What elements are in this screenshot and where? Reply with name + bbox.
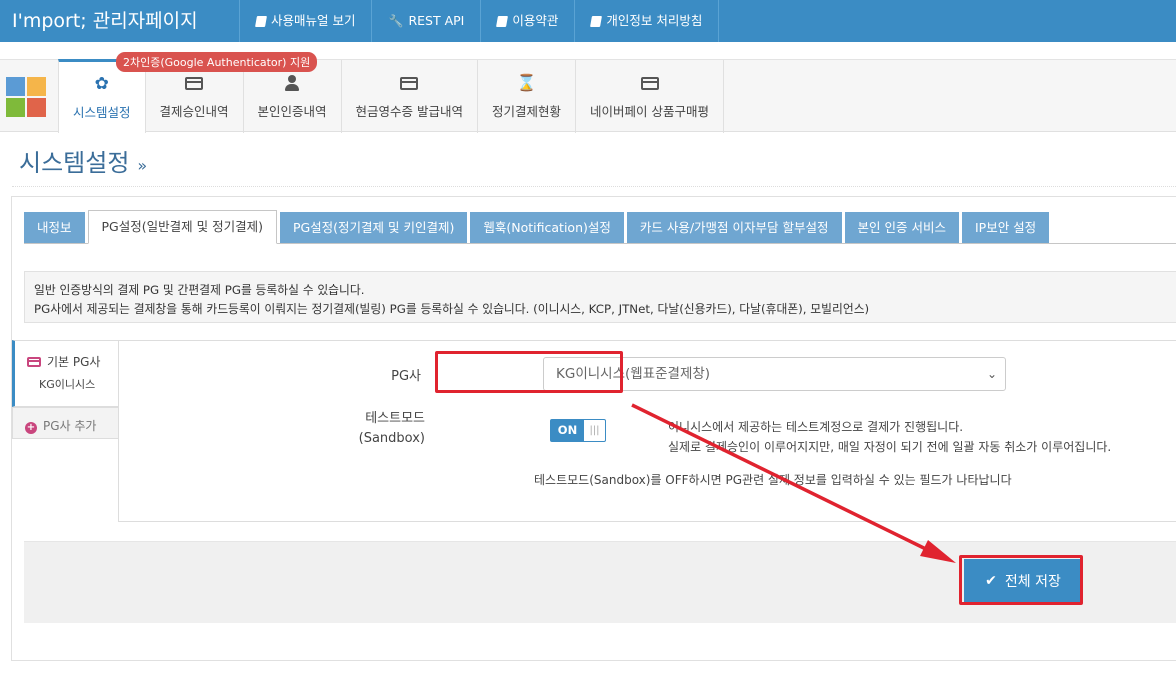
tab-identity-service[interactable]: 본인 인증 서비스 — [844, 212, 959, 244]
test-mode-desc-1: 이니시스에서 제공하는 테스트계정으로 결제가 진행됩니다. — [668, 420, 964, 434]
topnav-manual-link[interactable]: 사용매뉴얼 보기 — [240, 0, 373, 42]
topnav-label: 개인정보 처리방침 — [606, 13, 703, 28]
credit-card-icon — [400, 76, 419, 90]
top-navbar: I'mport; 관리자페이지 사용매뉴얼 보기 🔧 REST API 이용약관… — [0, 0, 1176, 42]
page-title-text: 시스템설정 — [19, 149, 130, 177]
two-factor-badge: 2차인증(Google Authenticator) 지원 — [116, 52, 318, 72]
menu-cash-receipts[interactable]: 현금영수증 발급내역 — [342, 60, 479, 133]
toggle-knob-icon: ||| — [589, 425, 600, 436]
credit-card-icon — [640, 76, 659, 90]
topnav-label: 사용매뉴얼 보기 — [271, 13, 356, 28]
tab-installment[interactable]: 카드 사용/가맹점 이자부담 할부설정 — [626, 212, 842, 244]
menu-subscriptions[interactable]: ⌛ 정기결제현황 — [478, 60, 577, 133]
test-mode-label: 테스트모드 (Sandbox) — [319, 409, 425, 449]
menu-label: 시스템설정 — [73, 105, 131, 120]
credit-card-icon — [185, 76, 204, 90]
tab-pg-general[interactable]: PG설정(일반결제 및 정기결제) — [87, 210, 277, 244]
menu-label: 현금영수증 발급내역 — [355, 104, 464, 119]
topnav-terms-link[interactable]: 이용약관 — [481, 0, 576, 42]
test-mode-description: 이니시스에서 제공하는 테스트계정으로 결제가 진행됩니다. 실제로 결제승인이… — [668, 417, 1111, 457]
topnav-privacy-link[interactable]: 개인정보 처리방침 — [575, 0, 720, 42]
topnav-label: REST API — [408, 13, 465, 28]
save-all-button[interactable]: ✔ 전체 저장 — [964, 559, 1082, 603]
test-mode-toggle[interactable]: ON ||| — [550, 419, 606, 442]
side-tab-sub-label: KG이니시스 — [39, 378, 96, 391]
menu-label: 결제승인내역 — [159, 104, 229, 119]
check-icon: ✔ — [985, 573, 997, 589]
plus-circle-icon: + — [25, 422, 37, 434]
top-nav: 사용매뉴얼 보기 🔧 REST API 이용약관 개인정보 처리방침 — [240, 0, 720, 42]
credit-card-icon — [27, 357, 41, 367]
pg-side-tabs: 기본 PG사 KG이니시스 + PG사 추가 — [12, 340, 119, 439]
book-icon — [496, 15, 509, 27]
pg-select-label: PG사 — [391, 369, 421, 384]
tab-my-info[interactable]: 내정보 — [24, 212, 85, 244]
gear-icon: ✿ — [94, 73, 109, 94]
pg-form: PG사 KG이니시스(웹표준결제창) ⌄ 테스트모드 (Sandbox) ON … — [118, 340, 1176, 522]
pg-select[interactable]: KG이니시스(웹표준결제창) ⌄ — [543, 357, 1006, 391]
topnav-label: 이용약관 — [512, 13, 559, 28]
test-mode-label-line1: 테스트모드 — [365, 411, 425, 426]
settings-tabs: 내정보 PG설정(일반결제 및 정기결제) PG설정(정기결제 및 키인결제) … — [24, 210, 1050, 244]
add-pg-label: PG사 추가 — [43, 419, 97, 433]
menu-naverpay-reviews[interactable]: 네이버페이 상품구매평 — [576, 60, 725, 133]
test-mode-note: 테스트모드(Sandbox)를 OFF하시면 PG관련 실제 정보를 입력하실 … — [534, 473, 1012, 487]
chevron-double-right-icon: » — [137, 156, 148, 175]
info-box: 일반 인증방식의 결제 PG 및 간편결제 PG를 등록하실 수 있습니다. P… — [24, 271, 1176, 323]
tab-webhook[interactable]: 웹훅(Notification)설정 — [470, 212, 624, 244]
logo-icon — [6, 77, 46, 117]
hourglass-icon: ⌛ — [516, 73, 537, 92]
side-tab-label: 기본 PG사 — [47, 355, 101, 369]
book-icon — [590, 15, 603, 27]
menu-label: 네이버페이 상품구매평 — [590, 104, 710, 119]
test-mode-label-line2: (Sandbox) — [358, 431, 425, 446]
page-title: 시스템설정 » — [19, 143, 147, 178]
chevron-down-icon: ⌄ — [986, 367, 997, 381]
toggle-on-label: ON — [551, 420, 584, 441]
user-icon — [285, 75, 300, 91]
tab-ip-security[interactable]: IP보안 설정 — [961, 212, 1050, 244]
tab-pg-billing[interactable]: PG설정(정기결제 및 키인결제) — [279, 212, 468, 244]
app-title[interactable]: I'mport; 관리자페이지 — [0, 0, 240, 42]
info-line-1: 일반 인증방식의 결제 PG 및 간편결제 PG를 등록하실 수 있습니다. — [34, 283, 365, 297]
add-pg-button[interactable]: + PG사 추가 — [12, 407, 119, 439]
pg-select-value: KG이니시스(웹표준결제창) — [556, 366, 711, 382]
wrench-icon: 🔧 — [388, 14, 404, 28]
info-line-2: PG사에서 제공되는 결제창을 통해 카드등록이 이뤄지는 정기결제(빌링) P… — [34, 302, 870, 316]
pg-settings-area: 기본 PG사 KG이니시스 + PG사 추가 PG사 KG이니시스(웹표준결제창)… — [12, 340, 1176, 522]
side-tab-primary-pg[interactable]: 기본 PG사 KG이니시스 — [12, 340, 119, 407]
menu-label: 정기결제현황 — [492, 104, 562, 119]
title-divider — [12, 186, 1176, 187]
topnav-rest-api-link[interactable]: 🔧 REST API — [372, 0, 482, 42]
admin-page: I'mport; 관리자페이지 사용매뉴얼 보기 🔧 REST API 이용약관… — [0, 0, 1176, 680]
book-icon — [255, 15, 267, 27]
test-mode-desc-2: 실제로 결제승인이 이루어지지만, 매일 자정이 되기 전에 일괄 자동 취소가… — [668, 440, 1112, 454]
menu-label: 본인인증내역 — [257, 104, 327, 119]
save-all-label: 전체 저장 — [1004, 574, 1061, 590]
